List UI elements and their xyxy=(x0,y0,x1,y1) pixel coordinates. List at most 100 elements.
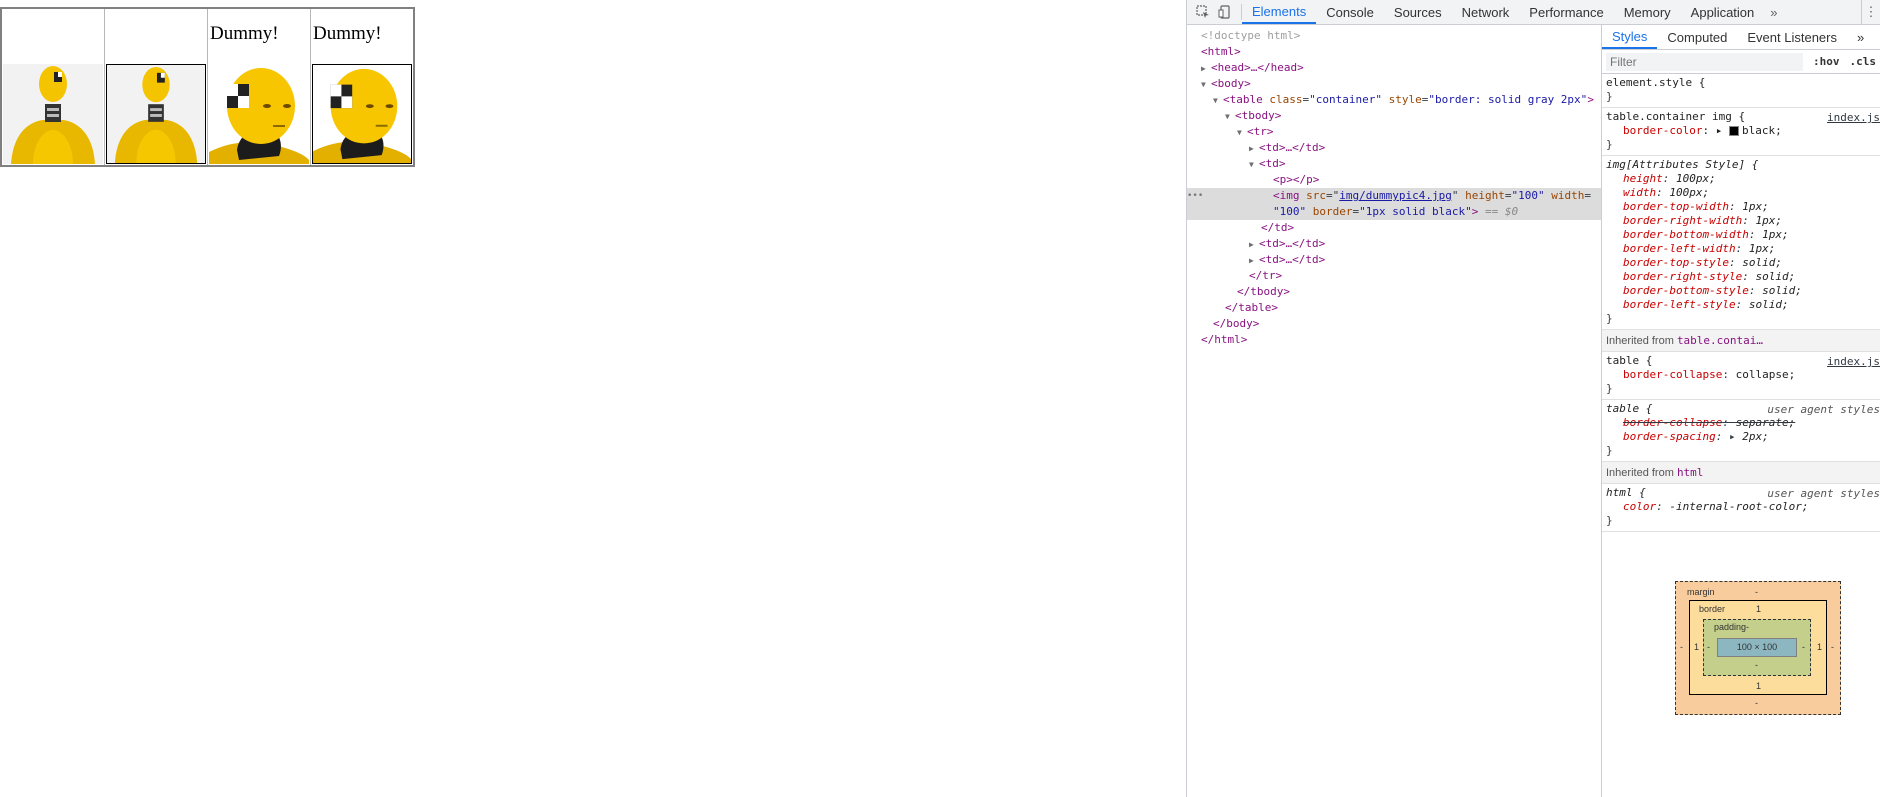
dom-node-tbody[interactable]: ▼ <tbody> xyxy=(1187,108,1601,124)
property-name: border-top-width xyxy=(1623,200,1729,213)
styles-filter-input[interactable] xyxy=(1606,52,1803,71)
dom-node-table-close[interactable]: </table> xyxy=(1187,300,1601,316)
dom-node-head[interactable]: ▶ <head>…</head> xyxy=(1187,60,1601,76)
box-model-padding[interactable]: padding - - - - 100 × 100 xyxy=(1703,619,1811,676)
margin-bottom-value[interactable]: - xyxy=(1755,698,1758,708)
border-top-value[interactable]: 1 xyxy=(1756,604,1761,614)
more-tabs-icon[interactable]: » xyxy=(1764,0,1783,24)
rule-source-link[interactable]: index.js xyxy=(1827,111,1880,124)
padding-right-value[interactable]: - xyxy=(1802,642,1805,652)
dom-node-html-close[interactable]: </html> xyxy=(1187,332,1601,348)
crash-dummy-image xyxy=(3,64,103,164)
dom-node-td[interactable]: ▶ <td>…</td> xyxy=(1187,140,1601,156)
padding-top-value[interactable]: - xyxy=(1746,622,1749,632)
expand-triangle-icon[interactable]: ▶ xyxy=(1249,141,1259,157)
tab-console[interactable]: Console xyxy=(1316,0,1384,24)
margin-left-value[interactable]: - xyxy=(1680,642,1683,652)
border-right-value[interactable]: 1 xyxy=(1817,642,1822,652)
css-declaration[interactable]: border-bottom-style: solid; xyxy=(1606,284,1876,298)
tab-styles[interactable]: Styles xyxy=(1602,25,1658,49)
tab-performance[interactable]: Performance xyxy=(1519,0,1613,24)
collapse-triangle-icon[interactable]: ▼ xyxy=(1237,125,1247,141)
tab-event-listeners[interactable]: Event Listeners xyxy=(1737,25,1847,49)
property-name: border-bottom-width xyxy=(1623,228,1749,241)
tab-sources[interactable]: Sources xyxy=(1384,0,1452,24)
css-declaration[interactable]: border-bottom-width: 1px; xyxy=(1606,228,1876,242)
tab-memory[interactable]: Memory xyxy=(1614,0,1681,24)
more-options-icon[interactable]: ••• xyxy=(1187,188,1203,204)
dom-node-body-close[interactable]: </body> xyxy=(1187,316,1601,332)
devtools-menu-icon[interactable]: ⋮ xyxy=(1861,0,1880,24)
color-swatch-icon[interactable] xyxy=(1728,126,1739,136)
css-declaration[interactable]: border-top-style: solid; xyxy=(1606,256,1876,270)
css-declaration-overridden[interactable]: border-collapse: separate; xyxy=(1606,416,1876,430)
elements-tree: <!doctype html> <html> ▶ <head>…</head> ▼… xyxy=(1187,25,1602,797)
tab-network[interactable]: Network xyxy=(1452,0,1520,24)
css-declaration[interactable]: border-color: ▸ black; xyxy=(1606,124,1876,138)
dom-node-doctype[interactable]: <!doctype html> xyxy=(1187,28,1601,44)
dom-node-td[interactable]: ▶ <td>…</td> xyxy=(1187,236,1601,252)
cls-toggle[interactable]: .cls xyxy=(1850,55,1877,68)
margin-right-value[interactable]: - xyxy=(1831,642,1834,652)
dom-node-td-close[interactable]: </td> xyxy=(1187,220,1601,236)
css-declaration[interactable]: border-spacing: ▸ 2px; xyxy=(1606,430,1876,444)
border-left-value[interactable]: 1 xyxy=(1694,642,1699,652)
box-model-border[interactable]: border 1 1 1 1 padding - - - - 100 × 100 xyxy=(1689,600,1827,695)
css-declaration[interactable]: border-top-width: 1px; xyxy=(1606,200,1876,214)
dom-node-img-selected[interactable]: ••• <img src="img/dummypic4.jpg" height=… xyxy=(1187,188,1601,220)
dom-node-table[interactable]: ▼ <table class="container" style="border:… xyxy=(1187,92,1601,108)
table-cell xyxy=(104,7,208,167)
property-value: 1px; xyxy=(1762,228,1789,241)
body-close-tag: </body> xyxy=(1213,317,1260,330)
expand-triangle-icon[interactable]: ▶ xyxy=(1249,237,1259,253)
css-declaration[interactable]: border-right-width: 1px; xyxy=(1606,214,1876,228)
dom-node-tr[interactable]: ▼ <tr> xyxy=(1187,124,1601,140)
device-toolbar-icon[interactable] xyxy=(1217,4,1233,20)
collapse-triangle-icon[interactable]: ▼ xyxy=(1213,93,1223,109)
css-declaration[interactable]: border-left-width: 1px; xyxy=(1606,242,1876,256)
css-declaration[interactable]: height: 100px; xyxy=(1606,172,1876,186)
expand-triangle-icon[interactable]: ▶ xyxy=(1249,253,1259,269)
crash-dummy-head-image-bordered xyxy=(312,64,412,164)
inherited-ref-link[interactable]: table.contai… xyxy=(1677,334,1763,347)
dom-node-tbody-close[interactable]: </tbody> xyxy=(1187,284,1601,300)
css-declaration[interactable]: border-collapse: collapse; xyxy=(1606,368,1876,382)
table-cell xyxy=(0,7,105,167)
rule-source: user agent styles xyxy=(1767,487,1880,500)
dom-node-body[interactable]: ▼ <body> xyxy=(1187,76,1601,92)
rule-close: } xyxy=(1606,444,1613,457)
table-tag: table xyxy=(1229,93,1263,106)
css-declaration[interactable]: width: 100px; xyxy=(1606,186,1876,200)
css-rule-attributes-style: img[Attributes Style] { height: 100px; w… xyxy=(1602,156,1880,330)
css-declaration[interactable]: color: -internal-root-color; xyxy=(1606,500,1876,514)
box-model-margin[interactable]: margin - - - - border 1 1 1 1 padding - xyxy=(1675,581,1841,715)
rule-source-link[interactable]: index.js xyxy=(1827,355,1880,368)
dom-node-tr-close[interactable]: </tr> xyxy=(1187,268,1601,284)
img-src-link[interactable]: img/dummypic4.jpg xyxy=(1339,189,1452,202)
dom-node-html[interactable]: <html> xyxy=(1187,44,1601,60)
padding-left-value[interactable]: - xyxy=(1707,642,1710,652)
collapse-triangle-icon[interactable]: ▼ xyxy=(1249,157,1259,173)
property-value: 1px; xyxy=(1755,214,1782,227)
inherited-from-header: Inherited from table.contai… xyxy=(1602,330,1880,352)
inherited-ref-link[interactable]: html xyxy=(1677,466,1704,479)
padding-bottom-value[interactable]: - xyxy=(1755,660,1758,670)
css-declaration[interactable]: border-left-style: solid; xyxy=(1606,298,1876,312)
margin-top-value[interactable]: - xyxy=(1755,587,1758,597)
tab-computed[interactable]: Computed xyxy=(1657,25,1737,49)
hov-toggle[interactable]: :hov xyxy=(1813,55,1840,68)
tab-elements[interactable]: Elements xyxy=(1242,0,1317,24)
collapse-triangle-icon[interactable]: ▼ xyxy=(1225,109,1235,125)
dom-node-td[interactable]: ▶ <td>…</td> xyxy=(1187,252,1601,268)
dom-node-p[interactable]: <p></p> xyxy=(1187,172,1601,188)
tab-application[interactable]: Application xyxy=(1681,0,1765,24)
css-declaration[interactable]: border-right-style: solid; xyxy=(1606,270,1876,284)
dom-node-td[interactable]: ▼ <td> xyxy=(1187,156,1601,172)
more-tabs-icon[interactable]: » xyxy=(1847,25,1874,49)
border-bottom-value[interactable]: 1 xyxy=(1756,681,1761,691)
property-value: 1px; xyxy=(1748,242,1776,255)
collapse-triangle-icon[interactable]: ▼ xyxy=(1201,77,1211,93)
box-model-content[interactable]: 100 × 100 xyxy=(1717,638,1797,657)
inspect-element-icon[interactable] xyxy=(1195,4,1211,20)
expand-triangle-icon[interactable]: ▶ xyxy=(1201,61,1211,77)
